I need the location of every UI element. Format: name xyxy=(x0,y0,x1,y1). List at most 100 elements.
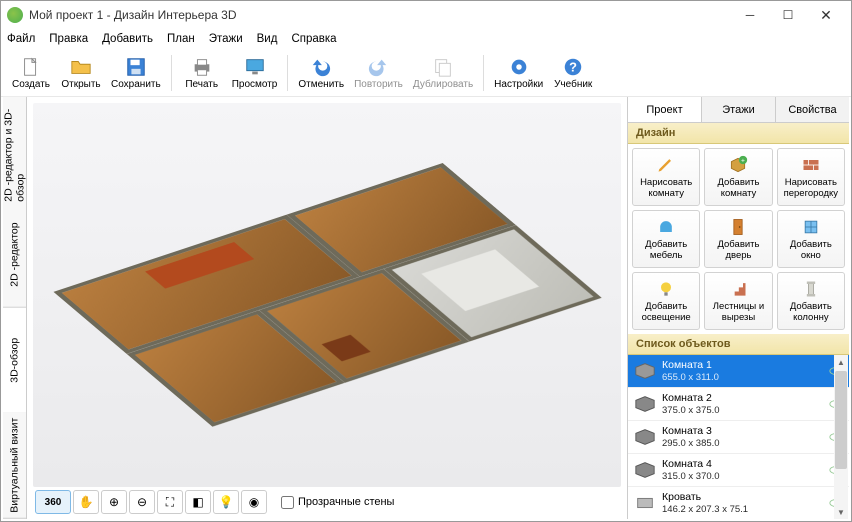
list-item[interactable]: Комната 3295.0 x 385.0 xyxy=(628,421,849,454)
menu-add[interactable]: Добавить xyxy=(102,33,153,45)
design-tile-grid: Нарисоватькомнату +Добавитькомнату Нарис… xyxy=(628,144,849,334)
room-icon xyxy=(634,461,656,479)
minimize-button[interactable]: ─ xyxy=(731,4,769,26)
menu-bar: Файл Правка Добавить План Этажи Вид Спра… xyxy=(1,29,851,49)
close-button[interactable]: ✕ xyxy=(807,4,845,26)
bulb-icon: 💡 xyxy=(219,495,234,509)
menu-help[interactable]: Справка xyxy=(291,33,336,45)
rotate-360-button[interactable]: 360 xyxy=(35,490,71,514)
view-mode-button[interactable]: ◧ xyxy=(185,490,211,514)
room-icon xyxy=(634,428,656,446)
duplicate-icon xyxy=(432,56,454,78)
right-tabs: Проект Этажи Свойства xyxy=(628,97,849,123)
settings-button[interactable]: Настройки xyxy=(490,51,547,95)
column-icon xyxy=(801,279,821,299)
tab-3d-view[interactable]: 3D-обзор xyxy=(3,308,26,414)
tab-project[interactable]: Проект xyxy=(628,97,702,122)
toolbar-separator xyxy=(483,55,484,91)
lightbulb-icon xyxy=(656,279,676,299)
zoom-fit-icon: ⛶ xyxy=(166,495,174,510)
stairs-cutouts-button[interactable]: Лестницы ивырезы xyxy=(704,272,772,330)
menu-edit[interactable]: Правка xyxy=(49,33,88,45)
tab-2d-editor[interactable]: 2D -редактор xyxy=(3,202,26,308)
list-item[interactable]: Кровать146.2 x 207.3 x 75.1 xyxy=(628,487,849,519)
new-file-icon xyxy=(20,56,42,78)
scroll-down-icon[interactable]: ▼ xyxy=(834,505,848,519)
scrollbar[interactable]: ▲ ▼ xyxy=(834,355,848,519)
add-lighting-button[interactable]: Добавитьосвещение xyxy=(632,272,700,330)
zoom-fit-button[interactable]: ⛶ xyxy=(157,490,183,514)
list-item[interactable]: Комната 2375.0 x 375.0 xyxy=(628,388,849,421)
toolbar: Создать Открыть Сохранить Печать Просмот… xyxy=(1,49,851,97)
window-title: Мой проект 1 - Дизайн Интерьера 3D xyxy=(29,8,237,22)
menu-view[interactable]: Вид xyxy=(257,33,278,45)
transparent-walls-checkbox[interactable] xyxy=(281,496,294,509)
tab-virtual-visit[interactable]: Виртуальный визит xyxy=(3,413,26,519)
door-icon xyxy=(728,217,748,237)
view-option-button[interactable]: ◉ xyxy=(241,490,267,514)
zoom-in-button[interactable]: ⊕ xyxy=(101,490,127,514)
armchair-icon xyxy=(656,217,676,237)
lighting-button[interactable]: 💡 xyxy=(213,490,239,514)
box-plus-icon: + xyxy=(728,155,748,175)
draw-room-button[interactable]: Нарисоватькомнату xyxy=(632,148,700,206)
wall-icon xyxy=(801,155,821,175)
objects-section-header: Список объектов xyxy=(628,334,849,355)
zoom-out-icon: ⊖ xyxy=(137,495,147,509)
window-icon xyxy=(801,217,821,237)
open-button[interactable]: Открыть xyxy=(57,51,105,95)
undo-icon xyxy=(310,56,332,78)
tutorial-button[interactable]: ?Учебник xyxy=(549,51,597,95)
save-button[interactable]: Сохранить xyxy=(107,51,165,95)
save-icon xyxy=(125,56,147,78)
scrollbar-thumb[interactable] xyxy=(835,371,847,469)
menu-file[interactable]: Файл xyxy=(7,33,35,45)
redo-icon xyxy=(367,56,389,78)
svg-text:+: + xyxy=(742,158,746,165)
monitor-icon xyxy=(244,56,266,78)
list-item[interactable]: Комната 1655.0 x 311.0 xyxy=(628,355,849,388)
zoom-in-icon: ⊕ xyxy=(109,495,119,509)
right-panel: Проект Этажи Свойства Дизайн Нарисоватьк… xyxy=(627,97,849,519)
viewport-toolbar: 360 ✋ ⊕ ⊖ ⛶ ◧ 💡 ◉ Прозрачные стены xyxy=(35,489,619,515)
menu-floors[interactable]: Этажи xyxy=(209,33,243,45)
add-window-button[interactable]: Добавитьокно xyxy=(777,210,845,268)
preview-button[interactable]: Просмотр xyxy=(228,51,282,95)
title-bar: Мой проект 1 - Дизайн Интерьера 3D ─ ☐ ✕ xyxy=(1,1,851,29)
duplicate-button[interactable]: Дублировать xyxy=(409,51,477,95)
folder-open-icon xyxy=(70,56,92,78)
pan-button[interactable]: ✋ xyxy=(73,490,99,514)
tab-2d-3d-editor[interactable]: 2D -редактор и 3D-обзор xyxy=(3,97,26,202)
menu-plan[interactable]: План xyxy=(167,33,195,45)
pencil-icon xyxy=(656,155,676,175)
room-icon xyxy=(634,362,656,380)
scroll-up-icon[interactable]: ▲ xyxy=(834,355,848,369)
design-section-header: Дизайн xyxy=(628,123,849,144)
tab-properties[interactable]: Свойства xyxy=(776,97,849,122)
furniture-icon xyxy=(634,494,656,512)
list-item[interactable]: Комната 4315.0 x 370.0 xyxy=(628,454,849,487)
left-tabs: 2D -редактор и 3D-обзор 2D -редактор 3D-… xyxy=(3,97,27,519)
draw-partition-button[interactable]: Нарисоватьперегородку xyxy=(777,148,845,206)
add-column-button[interactable]: Добавитьколонну xyxy=(777,272,845,330)
gear-icon xyxy=(508,56,530,78)
tab-floors[interactable]: Этажи xyxy=(702,97,776,122)
redo-button[interactable]: Повторить xyxy=(350,51,407,95)
objects-list: Комната 1655.0 x 311.0 Комната 2375.0 x … xyxy=(628,355,849,519)
toolbar-separator xyxy=(287,55,288,91)
toolbar-separator xyxy=(171,55,172,91)
eye-icon: ◉ xyxy=(249,495,259,509)
create-button[interactable]: Создать xyxy=(7,51,55,95)
transparent-walls-toggle[interactable]: Прозрачные стены xyxy=(281,496,394,509)
help-icon: ? xyxy=(562,56,584,78)
add-furniture-button[interactable]: Добавитьмебель xyxy=(632,210,700,268)
viewport-3d[interactable]: 360 ✋ ⊕ ⊖ ⛶ ◧ 💡 ◉ Прозрачные стены xyxy=(27,97,627,519)
zoom-out-button[interactable]: ⊖ xyxy=(129,490,155,514)
add-room-button[interactable]: +Добавитькомнату xyxy=(704,148,772,206)
add-door-button[interactable]: Добавитьдверь xyxy=(704,210,772,268)
stairs-icon xyxy=(728,279,748,299)
undo-button[interactable]: Отменить xyxy=(294,51,348,95)
maximize-button[interactable]: ☐ xyxy=(769,4,807,26)
print-button[interactable]: Печать xyxy=(178,51,226,95)
room-icon xyxy=(634,395,656,413)
